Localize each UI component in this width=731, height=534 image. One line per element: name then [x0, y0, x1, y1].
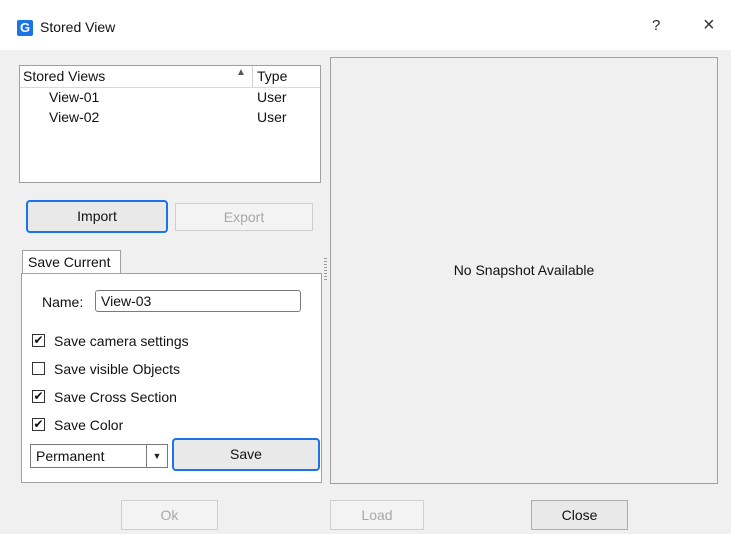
list-item[interactable]: View-01 User [20, 89, 320, 108]
persistence-value: Permanent [36, 448, 105, 464]
snapshot-preview-panel: No Snapshot Available [330, 57, 718, 484]
help-button[interactable]: ? [652, 17, 660, 34]
checkbox-label: Save camera settings [54, 333, 189, 349]
name-input[interactable]: View-03 [95, 290, 301, 312]
persistence-select[interactable]: Permanent ▼ [30, 444, 168, 468]
title-bar: G Stored View ? × [0, 0, 731, 50]
import-button[interactable]: Import [26, 200, 168, 233]
view-name: View-02 [49, 109, 100, 125]
column-header-type[interactable]: Type [257, 68, 287, 84]
tab-save-current[interactable]: Save Current [22, 250, 121, 274]
stored-views-list[interactable]: Stored Views ▲ Type View-01 User View-02… [19, 65, 321, 183]
name-label: Name: [42, 294, 84, 310]
close-button[interactable]: Close [531, 500, 628, 530]
app-logo-icon: G [17, 20, 33, 36]
save-button[interactable]: Save [172, 438, 320, 471]
list-header: Stored Views ▲ Type [20, 66, 320, 88]
checkbox-label: Save Cross Section [54, 389, 177, 405]
save-color-checkbox[interactable]: ✔ [32, 418, 45, 431]
ok-button[interactable]: Ok [121, 500, 218, 530]
checkbox-label: Save visible Objects [54, 361, 181, 377]
view-name: View-01 [49, 89, 100, 105]
no-snapshot-message: No Snapshot Available [453, 262, 595, 278]
save-visible-objects-checkbox[interactable] [32, 362, 45, 375]
splitter-handle[interactable] [324, 258, 327, 282]
sort-ascending-icon: ▲ [236, 67, 246, 78]
window-title: Stored View [40, 19, 116, 35]
column-divider[interactable] [252, 66, 253, 87]
view-type: User [257, 109, 287, 125]
close-icon[interactable]: × [703, 14, 715, 37]
column-header-stored-views[interactable]: Stored Views [23, 68, 105, 84]
view-type: User [257, 89, 287, 105]
chevron-down-icon[interactable]: ▼ [146, 445, 167, 467]
export-button[interactable]: Export [175, 203, 313, 231]
checkbox-label: Save Color [54, 417, 124, 433]
save-camera-settings-checkbox[interactable]: ✔ [32, 334, 45, 347]
list-item[interactable]: View-02 User [20, 109, 320, 128]
save-cross-section-checkbox[interactable]: ✔ [32, 390, 45, 403]
load-button[interactable]: Load [330, 500, 424, 530]
